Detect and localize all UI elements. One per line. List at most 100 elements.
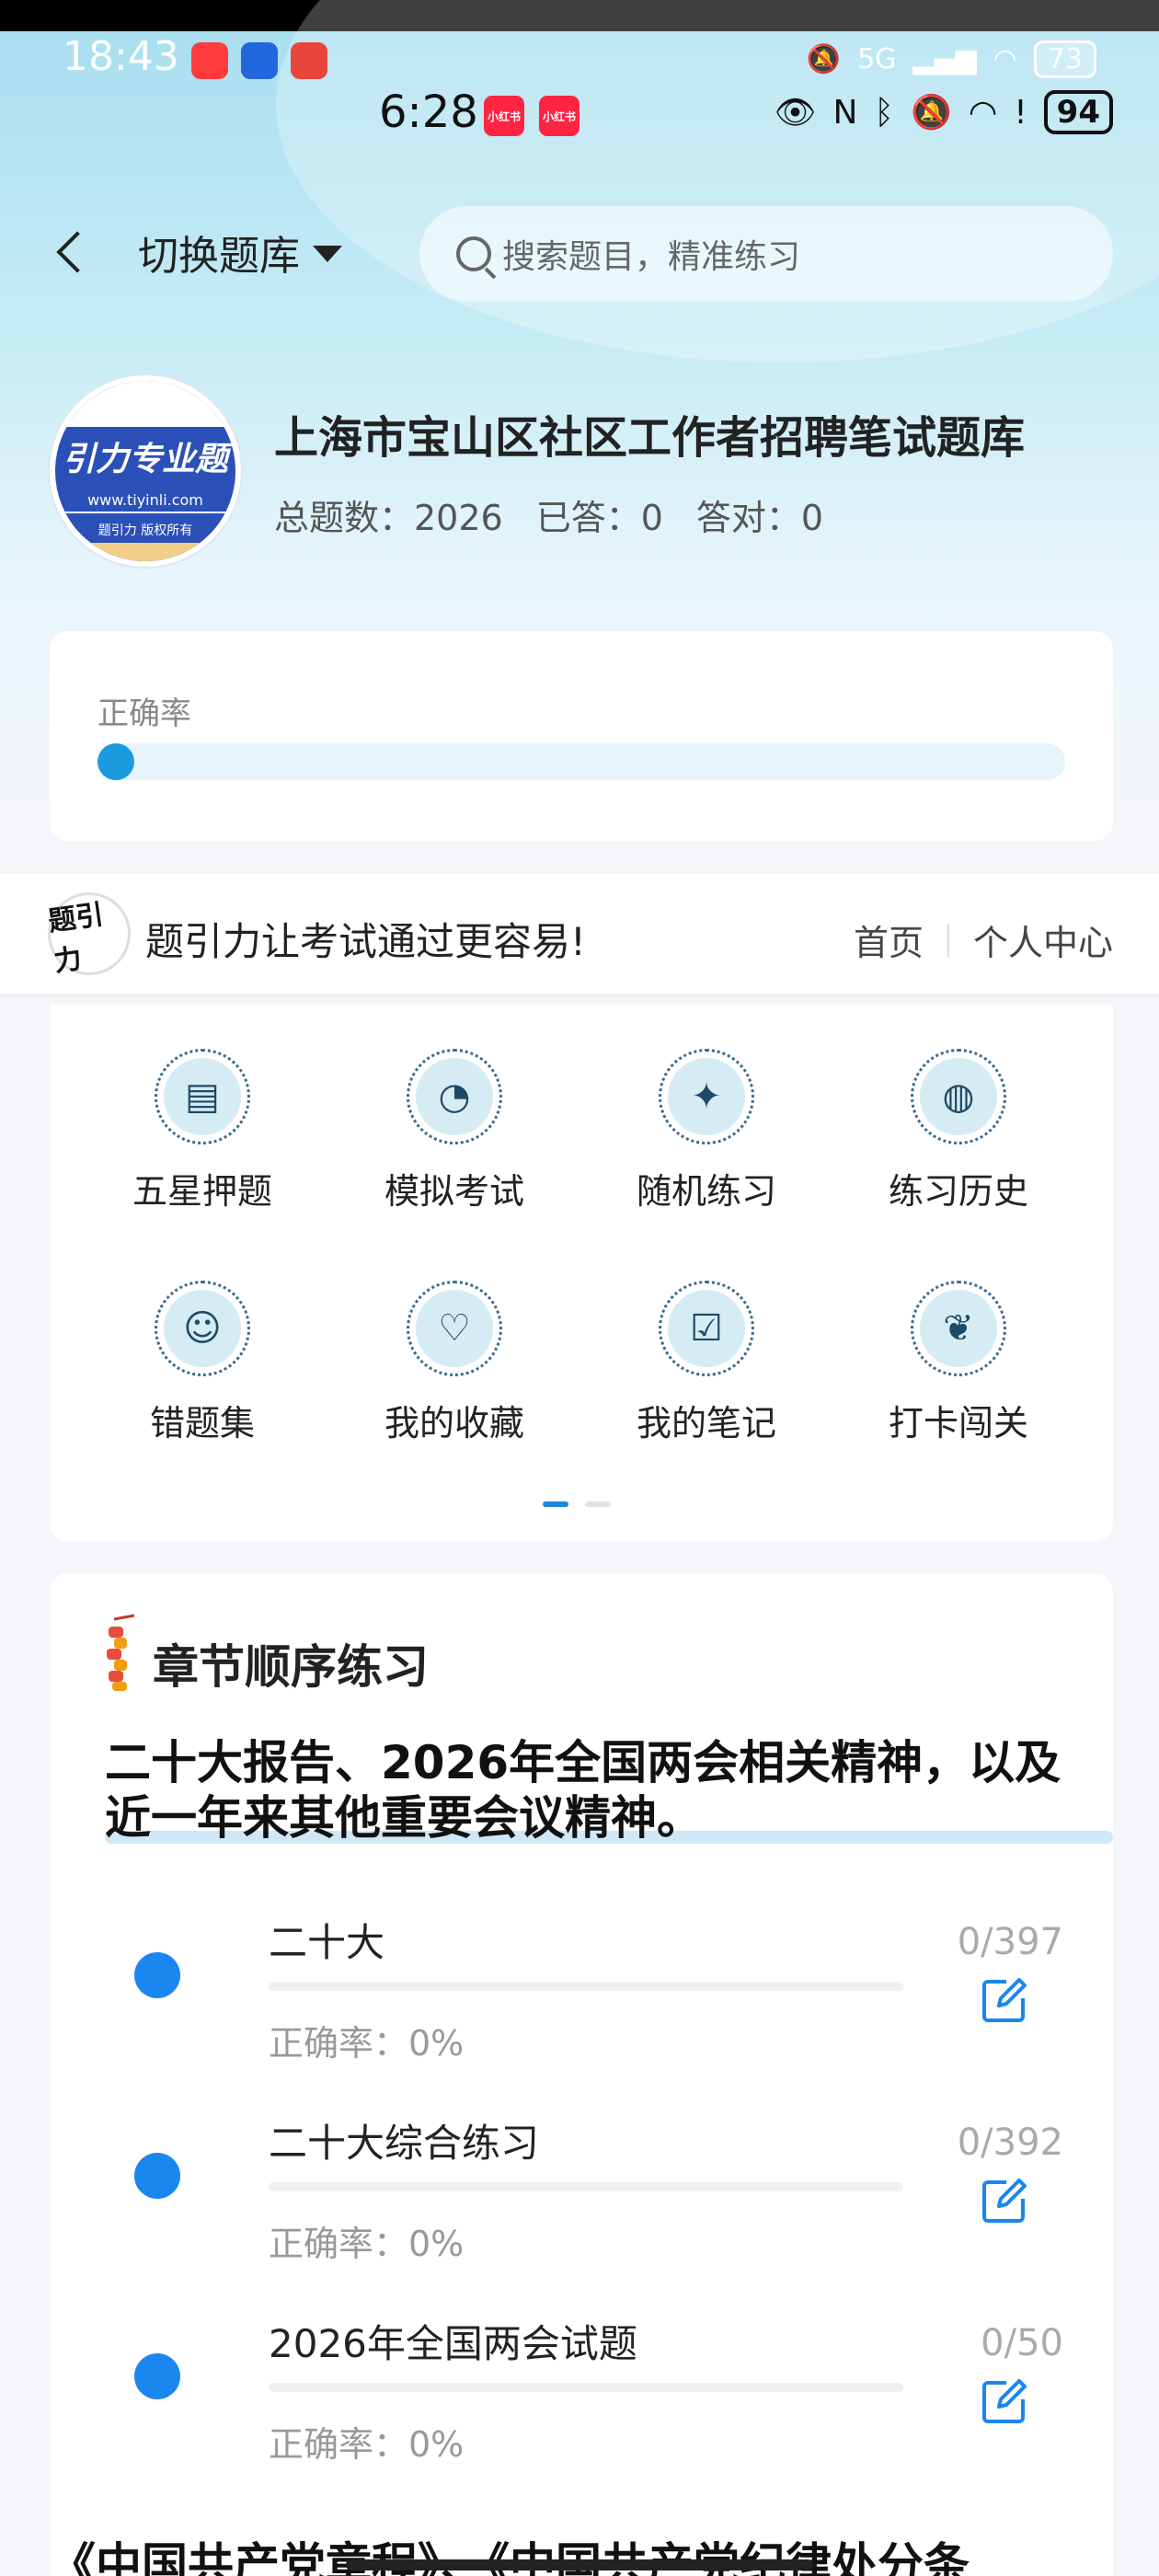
head-question-icon: ☺ (164, 1290, 241, 1367)
wifi-icon: ◠ (968, 93, 998, 132)
app-notification-icon (241, 42, 278, 79)
edit-icon[interactable] (979, 1974, 1030, 2026)
accuracy-progress-bar (98, 743, 1065, 780)
grid-item-random-practice[interactable]: ✦ 随机练习 (614, 1049, 798, 1213)
accuracy-card: 正确率 (50, 631, 1113, 841)
row-accuracy: 正确率：0% (269, 2224, 465, 2264)
grid-icon-ring: ✦ (659, 1049, 754, 1144)
grid-icon-ring: ◔ (407, 1049, 502, 1144)
grid-icon-ring: ♡ (407, 1281, 502, 1376)
signal-icon: ▂▄▆ (912, 43, 977, 75)
grid-label: 练习历史 (888, 1171, 1028, 1212)
profile-link[interactable]: 个人中心 (973, 914, 1113, 965)
grid-pager[interactable] (543, 1501, 611, 1507)
nfc-icon: N (832, 93, 858, 132)
bank-logo: 引力专业题 www.tiyinli.com 题引力 版权所有 (50, 375, 241, 567)
row-accuracy: 正确率：0% (269, 2023, 465, 2064)
id-card-icon: ▤ (164, 1058, 241, 1135)
xiaohongshu-icon: 小红书 (484, 96, 524, 136)
inner-status-right: 👁 N ᛒ 🔕 ◠ ! 94 (775, 90, 1113, 134)
grid-icon-ring: ☑ (659, 1281, 754, 1376)
grid-label: 随机练习 (636, 1171, 776, 1212)
home-link[interactable]: 首页 (854, 914, 924, 965)
star-shuffle-icon: ✦ (668, 1058, 745, 1135)
banner-slogan: 题引力让考试通过更容易! (145, 919, 586, 964)
inner-battery: 94 (1043, 90, 1113, 134)
chapter-row[interactable]: 二十大 正确率：0% 0/397 (50, 1879, 1113, 2064)
gesture-home-bar[interactable] (346, 2559, 813, 2570)
inner-status-app-icons: 小红书 小红书 (484, 96, 580, 136)
sprout-icon: ❦ (920, 1290, 997, 1367)
logo-url: www.tiyinli.com (87, 491, 203, 509)
grid-item-notes[interactable]: ☑ 我的笔记 (614, 1281, 798, 1445)
grid-item-mock-exam[interactable]: ◔ 模拟考试 (362, 1049, 546, 1213)
row-count: 0/50 (981, 2322, 1063, 2364)
network-type: 5G (857, 43, 897, 75)
switch-bank-dropdown[interactable]: 切换题库 (138, 223, 342, 282)
total-count: 总题数：2026 (274, 498, 503, 538)
row-accuracy: 正确率：0% (269, 2424, 465, 2465)
heart-icon: ♡ (416, 1290, 493, 1367)
outer-status-right: 🔕 5G ▂▄▆ ◠ 73 (807, 40, 1096, 78)
row-bullet (134, 2153, 180, 2199)
search-input[interactable]: 搜索题目，精准练习 (419, 206, 1113, 302)
bluetooth-icon: ᛒ (874, 93, 894, 132)
row-bullet (134, 2353, 180, 2399)
row-count: 0/392 (957, 2122, 1063, 2164)
grid-label: 打卡闯关 (888, 1403, 1028, 1443)
edit-icon[interactable] (979, 2375, 1030, 2427)
eye-icon: 👁 (774, 94, 817, 132)
function-grid: ▤ 五星押题 ◔ 模拟考试 ✦ 随机练习 ◍ 练习历史 ☺ 错题集 ♡ 我的收藏… (50, 1005, 1113, 1542)
pager-dot-active (543, 1501, 568, 1507)
checkbox-note-icon: ☑ (668, 1290, 745, 1367)
section-title: 二十大报告、2026年全国两会相关精神，以及近一年来其他重要会议精神。 (105, 1736, 1061, 1845)
row-count: 0/397 (957, 1921, 1063, 1963)
outer-status-time: 18:43 (63, 33, 179, 80)
chapter-row[interactable]: 二十大综合练习 正确率：0% 0/392 (50, 2079, 1113, 2264)
grid-label: 模拟考试 (384, 1171, 524, 1212)
banner-nav: 首页 个人中心 (854, 914, 1113, 965)
globe-history-icon: ◍ (920, 1058, 997, 1135)
pager-dot (585, 1501, 611, 1507)
row-bullet (134, 1952, 180, 1998)
bank-stats: 总题数：2026 已答：0 答对：0 (274, 489, 823, 540)
promo-banner: 题引力 题引力让考试通过更容易! 首页 个人中心 (0, 874, 1159, 994)
caret-down-icon (313, 246, 342, 262)
banner-logo: 题引力 (42, 887, 136, 981)
logo-top-band (55, 381, 235, 427)
grid-icon-ring: ❦ (911, 1281, 1006, 1376)
grid-item-wrong-questions[interactable]: ☺ 错题集 (110, 1281, 294, 1445)
alert-icon: ! (1014, 93, 1027, 132)
grid-item-checkin[interactable]: ❦ 打卡闯关 (866, 1281, 1050, 1445)
grid-item-five-star[interactable]: ▤ 五星押题 (110, 1049, 294, 1213)
row-progress-bar (269, 1982, 903, 1991)
chapter-row[interactable]: 2026年全国两会试题 正确率：0% 0/50 (50, 2280, 1113, 2465)
correct-count: 答对：0 (695, 498, 824, 538)
grid-label: 五星押题 (132, 1171, 272, 1212)
grid-icon-ring: ▤ (155, 1049, 250, 1144)
grid-item-practice-history[interactable]: ◍ 练习历史 (866, 1049, 1050, 1213)
accuracy-label: 正确率 (98, 696, 191, 732)
grid-icon-ring: ◍ (911, 1049, 1006, 1144)
gauge-icon: ◔ (416, 1058, 493, 1135)
edit-icon[interactable] (979, 2175, 1030, 2226)
row-name: 二十大综合练习 (269, 2121, 540, 2166)
chapter-practice-card: 章节顺序练习 二十大报告、2026年全国两会相关精神，以及近一年来其他重要会议精… (50, 1573, 1113, 2576)
xiaohongshu-icon: 小红书 (539, 96, 580, 136)
grid-item-favorites[interactable]: ♡ 我的收藏 (362, 1281, 546, 1445)
wifi-icon: ◠ (993, 43, 1017, 75)
outer-status-app-icons (191, 42, 327, 79)
row-name: 二十大 (269, 1920, 385, 1965)
switch-bank-label: 切换题库 (138, 233, 300, 280)
search-placeholder: 搜索题目，精准练习 (502, 238, 801, 276)
nav-divider (947, 923, 949, 957)
back-button[interactable] (52, 221, 96, 285)
grid-icon-ring: ☺ (155, 1281, 250, 1376)
answered-count: 已答：0 (535, 498, 663, 538)
bank-title: 上海市宝山区社区工作者招聘笔试题库 (274, 412, 1026, 464)
app-notification-icon (291, 42, 327, 79)
accuracy-progress-knob (98, 743, 134, 780)
inner-status-time: 6:28 (379, 86, 478, 138)
grid-label: 我的收藏 (384, 1403, 524, 1443)
search-icon (456, 236, 491, 271)
